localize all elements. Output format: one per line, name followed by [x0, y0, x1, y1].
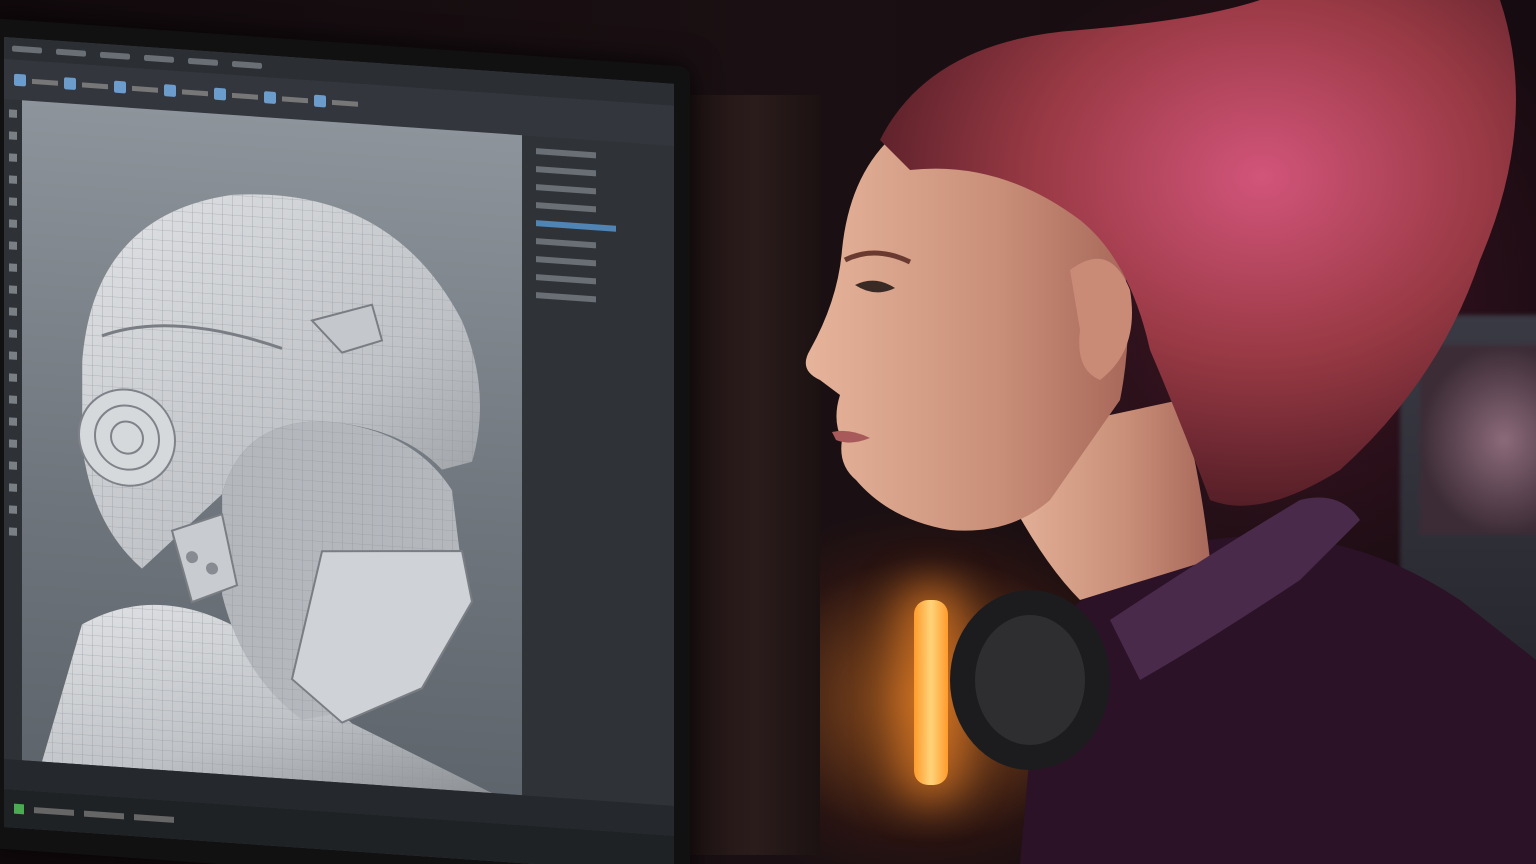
left-tool-icon — [9, 131, 17, 140]
outliner-row — [536, 166, 596, 177]
toolbar-label — [132, 85, 158, 93]
left-tool-icon — [9, 263, 17, 272]
left-tool-icon — [9, 373, 17, 382]
3d-viewport — [22, 100, 522, 796]
left-tool-icon — [9, 219, 17, 228]
computer-monitor — [0, 18, 690, 864]
toolbar-tool-icon — [64, 77, 76, 91]
outliner-row-selected — [536, 220, 616, 232]
status-chip — [34, 807, 74, 816]
left-tool-icon — [9, 109, 17, 118]
menu-item — [56, 48, 86, 57]
left-tool-icon — [9, 395, 17, 404]
toolbar-tool-icon — [214, 87, 226, 101]
menu-item — [144, 54, 174, 63]
toolbar-label — [32, 78, 58, 86]
left-tool-icon — [9, 241, 17, 250]
toolbar-label — [232, 92, 258, 100]
left-tool-icon — [9, 417, 17, 426]
status-indicator-icon — [14, 803, 24, 815]
status-chip — [84, 810, 124, 820]
left-tool-icon — [9, 351, 17, 360]
toolbar-tool-icon — [164, 84, 176, 98]
toolbar-label — [282, 95, 308, 103]
toolbar-tool-icon — [264, 91, 276, 104]
outliner-row — [536, 256, 596, 267]
menu-item — [100, 51, 130, 60]
outliner-row — [536, 184, 596, 195]
left-tool-icon — [9, 307, 17, 316]
left-tool-icon — [9, 197, 17, 206]
menu-item — [232, 60, 262, 70]
left-tool-icon — [9, 461, 17, 470]
outliner-row — [536, 292, 596, 303]
helmet-wireframe-model — [42, 194, 492, 794]
photo-scene — [0, 0, 1536, 864]
outliner-row — [536, 148, 596, 159]
left-tool-icon — [9, 527, 17, 536]
left-tool-icon — [9, 439, 17, 448]
status-chip — [134, 814, 174, 823]
outliner-row — [536, 238, 596, 249]
outliner-row — [536, 274, 596, 285]
toolbar-label — [82, 81, 108, 89]
left-tool-icon — [9, 505, 17, 514]
left-tool-icon — [9, 153, 17, 162]
toolbar-label — [332, 99, 358, 107]
outliner-row — [536, 202, 596, 213]
person-profile — [805, 0, 1536, 864]
software-left-toolbar — [4, 98, 22, 769]
toolbar-label — [182, 88, 208, 96]
outliner-panel — [522, 135, 674, 806]
menu-item — [188, 57, 218, 66]
toolbar-tool-icon — [14, 73, 26, 87]
left-tool-icon — [9, 329, 17, 338]
left-tool-icon — [9, 175, 17, 184]
left-tool-icon — [9, 285, 17, 294]
menu-item — [12, 45, 42, 54]
left-tool-icon — [9, 483, 17, 492]
monitor-screen — [4, 36, 674, 864]
toolbar-tool-icon — [114, 80, 126, 94]
toolbar-tool-icon — [314, 94, 326, 108]
